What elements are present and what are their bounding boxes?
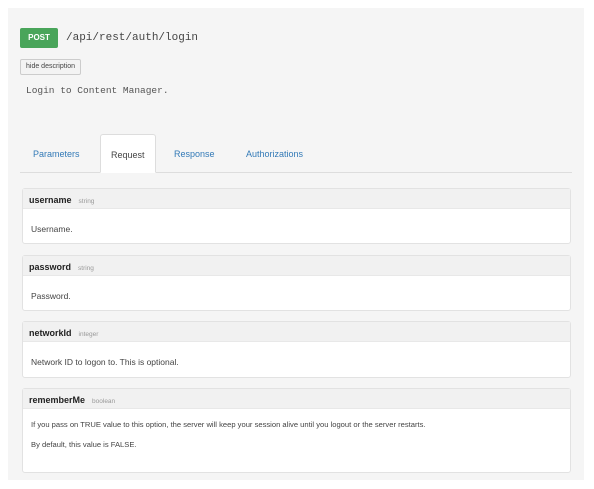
field-description: Username. <box>31 224 73 234</box>
field-type: string <box>78 198 95 205</box>
field-header: networkId integer <box>23 322 570 342</box>
field-type: integer <box>78 331 99 338</box>
field-description: Password. <box>31 291 71 301</box>
field-header: username string <box>23 189 570 209</box>
field-description: Network ID to logon to. This is optional… <box>31 357 179 367</box>
field-name: password <box>29 262 72 272</box>
field-description-line: If you pass on TRUE value to this option… <box>31 420 426 429</box>
hide-description-button[interactable]: hide description <box>20 59 82 75</box>
field-rememberme: rememberMe boolean If you pass on TRUE va… <box>22 388 571 473</box>
field-type: string <box>78 265 94 272</box>
tab-bar: Parameters Request Response Authorizatio… <box>20 134 572 173</box>
field-header: password string <box>23 256 570 276</box>
tab-request[interactable]: Request <box>100 134 156 173</box>
field-name: username <box>29 195 72 205</box>
field-type: boolean <box>92 398 116 405</box>
field-description: If you pass on TRUE value to this option… <box>23 409 570 455</box>
method-badge[interactable]: POST <box>20 28 58 48</box>
endpoint-panel: POST /api/rest/auth/login hide descripti… <box>8 8 584 480</box>
field-name: networkId <box>29 328 72 338</box>
field-password: password string Password. <box>22 255 571 311</box>
endpoint-path[interactable]: /api/rest/auth/login <box>66 32 198 44</box>
endpoint-description: Login to Content Manager. <box>26 85 169 96</box>
field-description-line: By default, this value is FALSE. <box>31 440 137 449</box>
endpoint-header[interactable]: POST /api/rest/auth/login <box>20 28 198 48</box>
field-name: rememberMe <box>29 395 86 405</box>
tab-parameters[interactable]: Parameters <box>33 134 80 172</box>
tab-response[interactable]: Response <box>174 134 215 172</box>
tab-authorizations[interactable]: Authorizations <box>246 134 303 172</box>
field-header: rememberMe boolean <box>23 389 570 409</box>
field-networkid: networkId integer Network ID to logon to.… <box>22 321 571 378</box>
field-username: username string Username. <box>22 188 571 244</box>
